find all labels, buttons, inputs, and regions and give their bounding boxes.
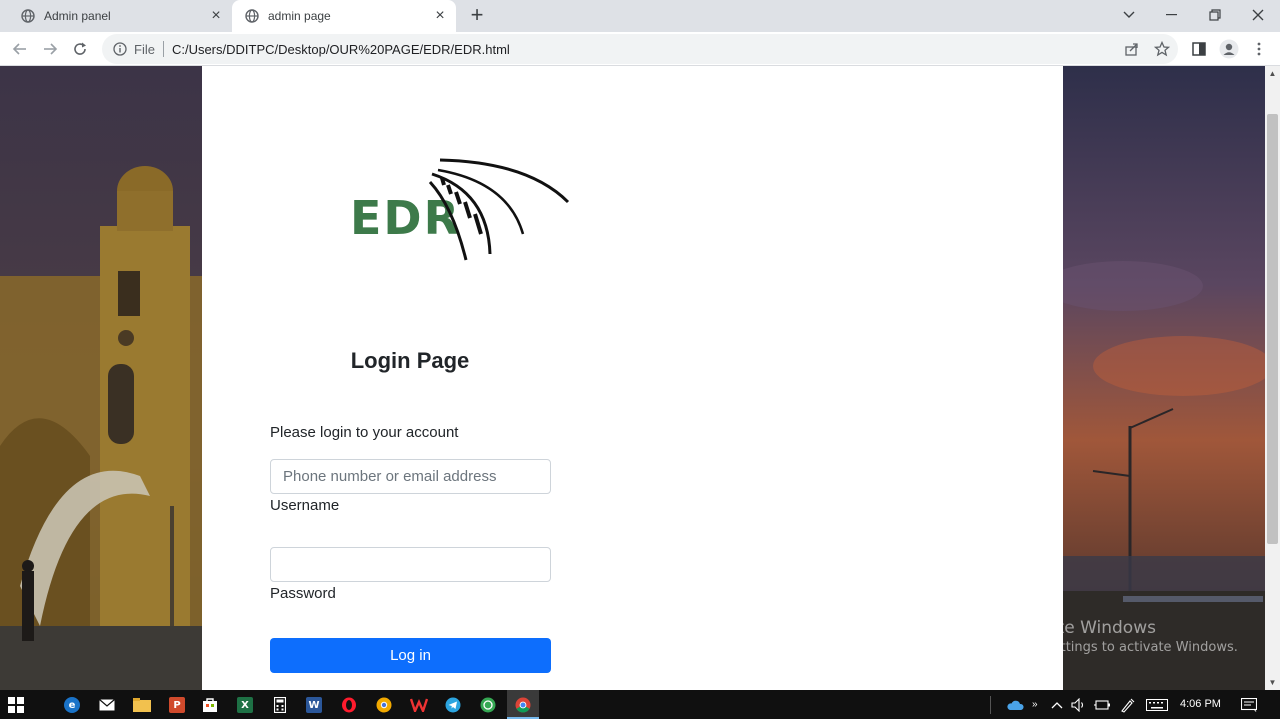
login-button[interactable]: Log in: [270, 638, 551, 673]
show-hidden-icons-icon[interactable]: [1045, 693, 1069, 717]
activate-windows-watermark: Activate Windows Go to Settings to activ…: [1005, 618, 1238, 655]
battery-power-icon[interactable]: [1090, 693, 1114, 717]
background-sunset-image: [1063, 66, 1265, 690]
page-title: Login Page: [350, 348, 470, 373]
windows-start-icon[interactable]: [4, 693, 28, 717]
url-text[interactable]: C:/Users/DDITPC/Desktop/OUR%20PAGE/EDR/E…: [172, 42, 510, 57]
back-arrow-icon[interactable]: [8, 37, 32, 61]
reload-icon[interactable]: [68, 37, 92, 61]
close-tab-icon[interactable]: ×: [208, 7, 224, 24]
vertical-scrollbar[interactable]: ▲ ▼: [1265, 66, 1280, 690]
edge-browser-icon[interactable]: e: [60, 693, 84, 717]
scrollbar-thumb[interactable]: [1267, 114, 1278, 544]
telegram-icon[interactable]: [441, 693, 465, 717]
watermark-line1: Activate Windows: [1005, 618, 1156, 638]
tab-admin-panel[interactable]: Admin panel ×: [8, 0, 232, 32]
profile-avatar-icon[interactable]: [1217, 37, 1241, 61]
username-input[interactable]: [270, 459, 551, 494]
pen-ink-icon[interactable]: [1116, 693, 1140, 717]
share-icon[interactable]: [1120, 37, 1144, 61]
browser-toolbar: File C:/Users/DDITPC/Desktop/OUR%20PAGE/…: [0, 32, 1280, 66]
forward-arrow-icon[interactable]: [38, 37, 62, 61]
edr-logo: EDR: [348, 152, 574, 262]
tab-title: admin page: [268, 9, 331, 23]
notification-center-icon[interactable]: [1237, 693, 1261, 717]
chrome-icon[interactable]: [511, 693, 535, 717]
password-label: Password: [270, 585, 336, 602]
restore-icon[interactable]: [1195, 0, 1235, 30]
more-menu-icon[interactable]: [1247, 37, 1271, 61]
file-explorer-icon[interactable]: [130, 693, 154, 717]
wps-office-icon[interactable]: [407, 693, 431, 717]
tray-separator: [990, 690, 991, 719]
mail-icon[interactable]: [95, 693, 119, 717]
login-subtitle: Please login to your account: [270, 424, 459, 441]
password-input[interactable]: [270, 547, 551, 582]
tab-admin-page[interactable]: admin page ×: [232, 0, 456, 32]
new-tab-button[interactable]: +: [466, 4, 488, 27]
address-bar[interactable]: File C:/Users/DDITPC/Desktop/OUR%20PAGE/…: [102, 34, 1178, 64]
chrome-canary-icon[interactable]: [372, 693, 396, 717]
close-window-icon[interactable]: [1238, 0, 1278, 30]
keyboard-icon[interactable]: [1145, 693, 1169, 717]
minimize-icon[interactable]: [1152, 0, 1192, 30]
windows-taskbar: e P X W » 4:06 PM: [0, 690, 1280, 719]
tray-overflow-chevron-icon[interactable]: »: [1032, 690, 1038, 719]
word-icon[interactable]: W: [302, 693, 326, 717]
tab-search-chevron-icon[interactable]: [1109, 0, 1149, 30]
scroll-down-arrow-icon[interactable]: ▼: [1265, 675, 1280, 690]
scroll-up-arrow-icon[interactable]: ▲: [1265, 66, 1280, 81]
background-church-image: [0, 66, 202, 690]
bookmark-star-icon[interactable]: [1150, 37, 1174, 61]
volume-icon[interactable]: [1067, 693, 1091, 717]
globe-icon: [20, 8, 36, 24]
info-icon[interactable]: [112, 41, 128, 57]
scheme-label: File: [134, 41, 155, 57]
powerpoint-icon[interactable]: P: [165, 693, 189, 717]
page-viewport: EDR Login Page Please login to your acco…: [0, 66, 1265, 690]
side-panel-icon[interactable]: [1187, 37, 1211, 61]
close-tab-icon[interactable]: ×: [432, 7, 448, 24]
tab-title: Admin panel: [44, 9, 111, 23]
taskbar-clock[interactable]: 4:06 PM: [1180, 690, 1221, 719]
divider: [162, 41, 164, 57]
watermark-line2: Go to Settings to activate Windows.: [1005, 640, 1238, 655]
tab-strip: Admin panel × admin page × +: [0, 0, 1280, 32]
excel-icon[interactable]: X: [233, 693, 257, 717]
username-label: Username: [270, 497, 340, 514]
login-card: EDR Login Page Please login to your acco…: [202, 66, 1063, 690]
store-icon[interactable]: [198, 693, 222, 717]
onedrive-cloud-icon[interactable]: [1003, 693, 1027, 717]
internet-download-icon[interactable]: [476, 693, 500, 717]
globe-icon: [244, 8, 260, 24]
calculator-icon[interactable]: [268, 693, 292, 717]
opera-icon[interactable]: [337, 693, 361, 717]
